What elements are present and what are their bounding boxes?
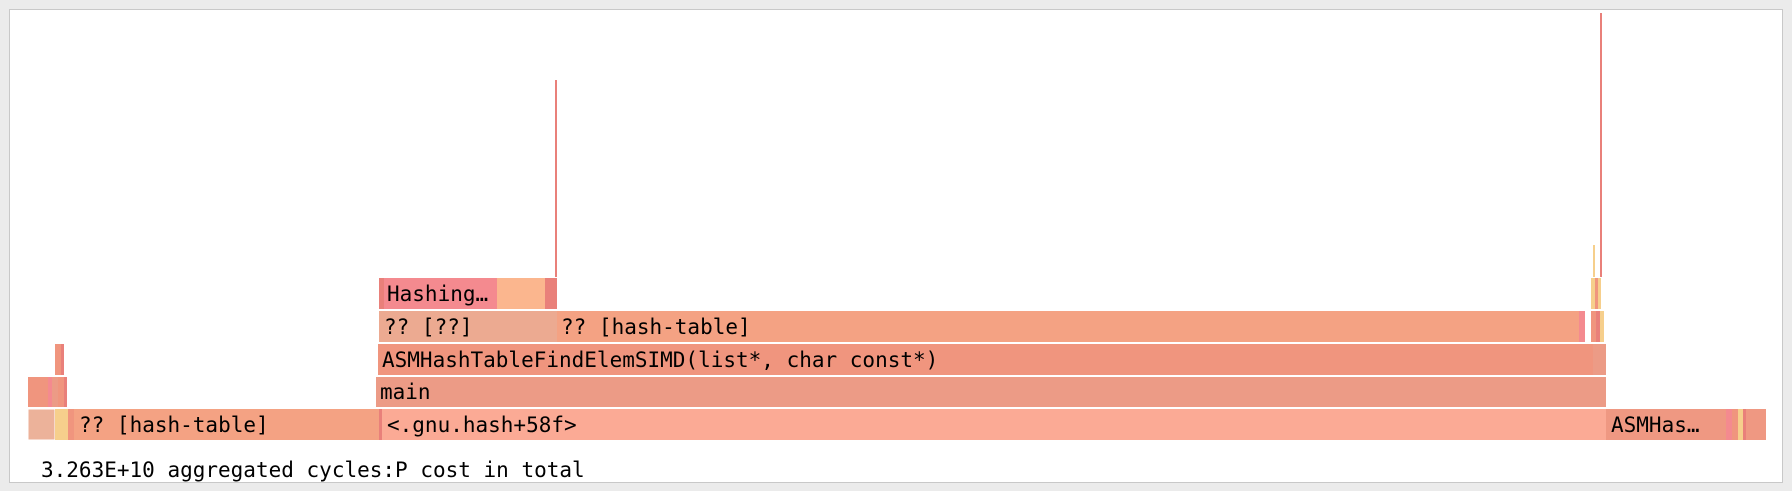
frame-main[interactable]: main <box>376 377 1606 407</box>
frame-bar[interactable] <box>27 408 56 441</box>
frame-gnu-hash[interactable]: <.gnu.hash+58f> <box>382 409 1606 440</box>
spike-right[interactable] <box>1600 13 1602 277</box>
frame-label: <.gnu.hash+58f> <box>387 413 577 437</box>
frame-bar[interactable] <box>1579 311 1585 342</box>
frame-bar[interactable] <box>1593 344 1606 375</box>
frame-hashing[interactable]: Hashing… <box>384 278 497 309</box>
frame-label: ?? [??] <box>384 315 473 339</box>
frame-bar[interactable] <box>58 377 64 407</box>
frame-unknown[interactable]: ?? [??] <box>379 311 557 342</box>
frame-bar[interactable] <box>497 278 545 309</box>
frame-bar[interactable] <box>64 377 67 407</box>
frame-bar[interactable] <box>68 409 74 440</box>
frame-bar[interactable] <box>1746 409 1766 440</box>
frame-bar[interactable] <box>1596 311 1600 342</box>
frame-bar[interactable] <box>1600 311 1604 342</box>
frame-bar[interactable] <box>545 278 557 309</box>
frame-bar[interactable] <box>1738 409 1743 440</box>
frame-bar[interactable] <box>61 344 64 375</box>
frame-asmhash-right[interactable]: ASMHas… <box>1606 409 1726 440</box>
frame-bar[interactable] <box>52 377 58 407</box>
frame-bar[interactable] <box>1743 409 1746 440</box>
frame-hash-table-left[interactable]: ?? [hash-table] <box>74 409 379 440</box>
frame-label: Hashing… <box>387 282 488 306</box>
spike-center[interactable] <box>555 80 557 277</box>
cost-total: 3.263E+10 <box>41 458 155 482</box>
frame-bar[interactable] <box>55 344 61 375</box>
frame-label: ?? [hash-table] <box>561 315 751 339</box>
spike-right-secondary[interactable] <box>1593 245 1595 277</box>
frame-bar[interactable] <box>1732 409 1738 440</box>
frame-find-elem-simd[interactable]: ASMHashTableFindElemSIMD(list*, char con… <box>378 344 1593 375</box>
frame-hash-table-center[interactable]: ?? [hash-table] <box>557 311 1579 342</box>
frame-bar[interactable] <box>28 377 48 407</box>
frame-bar[interactable] <box>379 278 384 309</box>
flame-graph-panel: ?? [hash-table] <.gnu.hash+58f> ASMHas… … <box>9 9 1783 483</box>
frame-bar[interactable] <box>1591 311 1596 342</box>
frame-label: ASMHashTableFindElemSIMD(list*, char con… <box>382 348 938 372</box>
cost-suffix: aggregated cycles:P cost in total <box>167 458 585 482</box>
flame-graph: ?? [hash-table] <.gnu.hash+58f> ASMHas… … <box>27 13 1766 441</box>
frame-bar[interactable] <box>1595 278 1598 309</box>
frame-bar[interactable] <box>55 409 68 440</box>
frame-label: ASMHas… <box>1611 413 1700 437</box>
frame-bar[interactable] <box>379 409 382 440</box>
frame-bar[interactable] <box>1726 409 1732 440</box>
frame-label: main <box>380 380 431 404</box>
frame-bar[interactable] <box>1591 278 1595 309</box>
frame-bar[interactable] <box>1598 278 1601 309</box>
cost-summary: 3.263E+10 aggregated cycles:P cost in to… <box>41 458 585 482</box>
frame-label: ?? [hash-table] <box>79 413 269 437</box>
frame-bar[interactable] <box>48 377 52 407</box>
